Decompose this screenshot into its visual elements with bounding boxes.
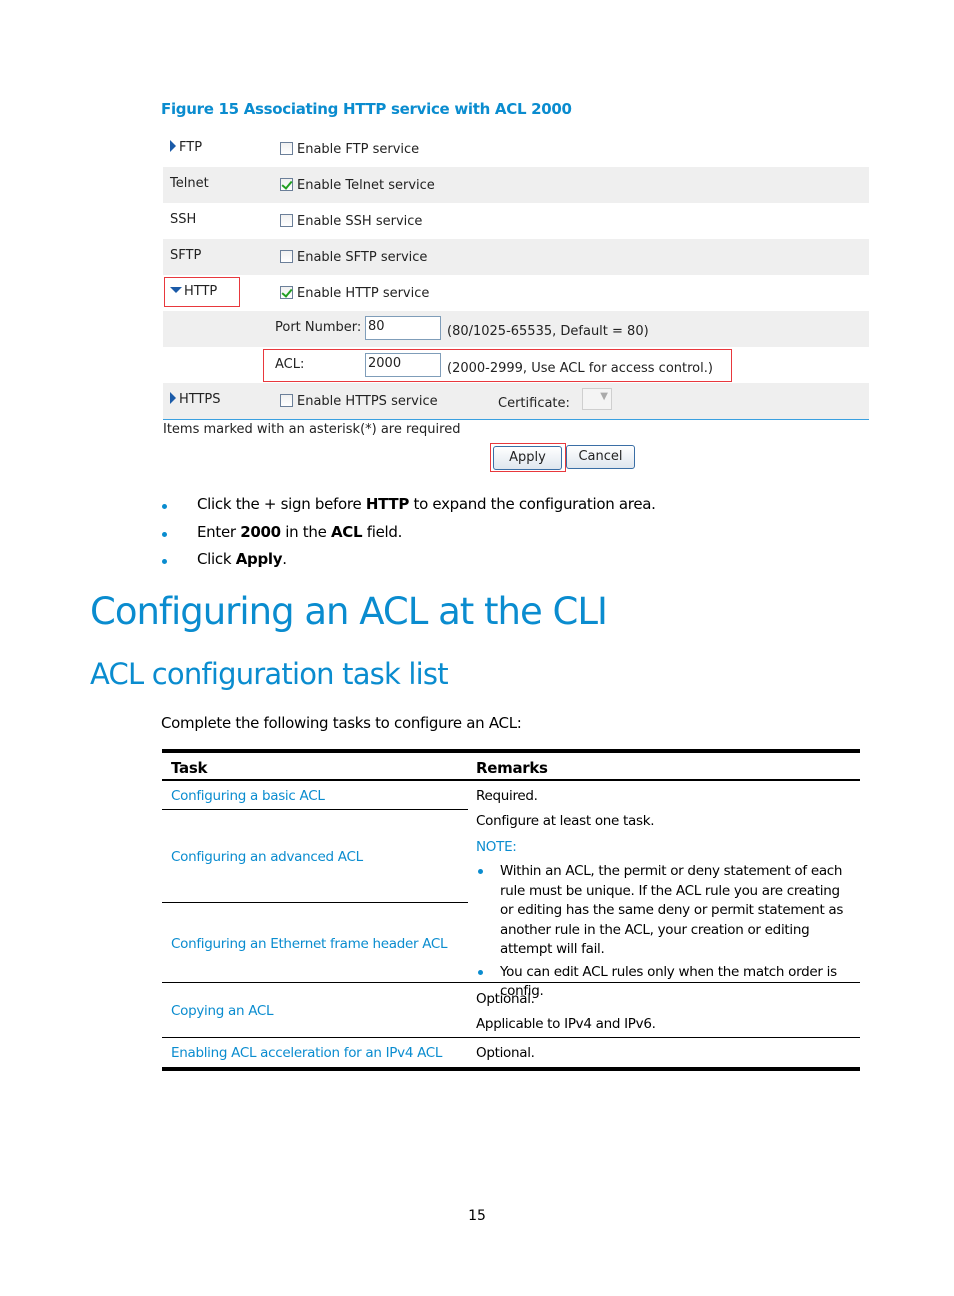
row-divider	[162, 1037, 860, 1038]
step-item: Click the + sign before HTTP to expand t…	[161, 495, 656, 523]
bullet-icon	[478, 869, 483, 874]
row-sftp: SFTP Enable SFTP service	[163, 239, 869, 275]
ssh-label: SSH	[170, 212, 197, 227]
row-acl: ACL: 2000 (2000-2999, Use ACL for access…	[163, 347, 869, 383]
figure-form: FTP Enable FTP service Telnet Enable Tel…	[163, 131, 869, 431]
table-bottom-rule	[162, 1067, 860, 1071]
http-label: HTTP	[184, 284, 218, 299]
checkbox-icon	[280, 394, 293, 407]
row-divider	[162, 809, 468, 810]
apply-button[interactable]: Apply	[493, 446, 562, 470]
note-list: Within an ACL, the permit or deny statem…	[476, 862, 856, 1002]
acl-hint: (2000-2999, Use ACL for access control.)	[447, 361, 713, 376]
row-divider	[162, 982, 860, 983]
row-ssh: SSH Enable SSH service	[163, 203, 869, 239]
figure-caption: Figure 15 Associating HTTP service with …	[161, 100, 572, 118]
checkbox-icon	[280, 142, 293, 155]
http-checkbox-label: Enable HTTP service	[297, 286, 430, 301]
https-expander[interactable]: HTTPS	[170, 392, 221, 407]
page-number: 15	[468, 1208, 486, 1224]
http-expander[interactable]: HTTP	[170, 284, 217, 299]
checkbox-icon	[280, 250, 293, 263]
http-checkbox[interactable]: Enable HTTP service	[280, 286, 429, 301]
ftp-expander[interactable]: FTP	[170, 140, 202, 155]
row-divider	[162, 902, 468, 903]
bullet-icon	[478, 969, 483, 975]
collapse-arrow-icon	[170, 287, 182, 293]
ftp-checkbox[interactable]: Enable FTP service	[280, 142, 419, 157]
https-checkbox-label: Enable HTTPS service	[297, 394, 438, 409]
expand-arrow-icon	[170, 140, 176, 152]
row-http: HTTP Enable HTTP service	[163, 275, 869, 311]
steps-list: Click the + sign before HTTP to expand t…	[161, 495, 656, 578]
header-remarks: Remarks	[476, 759, 548, 777]
https-label: HTTPS	[179, 392, 221, 407]
task-table: Task Remarks Configuring a basic ACL Req…	[162, 749, 860, 1074]
sftp-checkbox[interactable]: Enable SFTP service	[280, 250, 427, 265]
header-rule	[162, 779, 860, 781]
telnet-label: Telnet	[170, 176, 209, 191]
row-https: HTTPS Enable HTTPS service Certificate: …	[163, 383, 869, 420]
certificate-select[interactable]: ▼	[582, 388, 612, 410]
row-port: Port Number: 80 (80/1025-65535, Default …	[163, 311, 869, 347]
required-note: Items marked with an asterisk(*) are req…	[163, 422, 461, 437]
expand-arrow-icon	[170, 392, 176, 404]
heading-1: Configuring an ACL at the CLI	[90, 590, 608, 633]
port-label: Port Number:	[275, 320, 362, 335]
task-link-advanced-acl[interactable]: Configuring an advanced ACL	[171, 849, 363, 865]
remark-accel: Optional.	[476, 1045, 535, 1061]
header-task: Task	[171, 759, 208, 777]
heading-2: ACL configuration task list	[90, 657, 449, 691]
note-label: NOTE:	[476, 839, 517, 855]
chevron-down-icon: ▼	[600, 391, 608, 402]
step-item: Enter 2000 in the ACL field.	[161, 523, 656, 551]
remark-copy-1: Optional.	[476, 991, 535, 1007]
row-ftp: FTP Enable FTP service	[163, 131, 869, 167]
telnet-checkbox[interactable]: Enable Telnet service	[280, 178, 435, 193]
acl-label: ACL:	[275, 357, 305, 372]
row-telnet: Telnet Enable Telnet service	[163, 167, 869, 203]
checkbox-icon	[280, 214, 293, 227]
https-checkbox[interactable]: Enable HTTPS service	[280, 394, 438, 409]
remark-basic: Required.	[476, 788, 538, 804]
acl-input[interactable]: 2000	[365, 353, 441, 377]
note-item: Within an ACL, the permit or deny statem…	[476, 862, 856, 960]
checkbox-checked-icon	[280, 178, 293, 191]
task-link-basic-acl[interactable]: Configuring a basic ACL	[171, 788, 325, 804]
cancel-button[interactable]: Cancel	[566, 445, 635, 469]
task-link-ethernet-acl[interactable]: Configuring an Ethernet frame header ACL	[171, 936, 448, 952]
task-link-copy-acl[interactable]: Copying an ACL	[171, 1003, 274, 1019]
sftp-label: SFTP	[170, 248, 202, 263]
ftp-label: FTP	[179, 140, 203, 155]
table-top-rule	[162, 749, 860, 753]
remark-group: Configure at least one task.	[476, 813, 655, 829]
sftp-checkbox-label: Enable SFTP service	[297, 250, 428, 265]
intro-text: Complete the following tasks to configur…	[161, 714, 522, 732]
ssh-checkbox[interactable]: Enable SSH service	[280, 214, 422, 229]
port-hint: (80/1025-65535, Default = 80)	[447, 324, 649, 339]
step-item: Click Apply.	[161, 550, 656, 578]
port-input[interactable]: 80	[365, 316, 441, 340]
checkbox-checked-icon	[280, 286, 293, 299]
certificate-label: Certificate:	[498, 396, 570, 411]
ssh-checkbox-label: Enable SSH service	[297, 214, 423, 229]
task-link-acceleration[interactable]: Enabling ACL acceleration for an IPv4 AC…	[171, 1045, 442, 1061]
remark-copy-2: Applicable to IPv4 and IPv6.	[476, 1016, 656, 1032]
ftp-checkbox-label: Enable FTP service	[297, 142, 420, 157]
telnet-checkbox-label: Enable Telnet service	[297, 178, 435, 193]
